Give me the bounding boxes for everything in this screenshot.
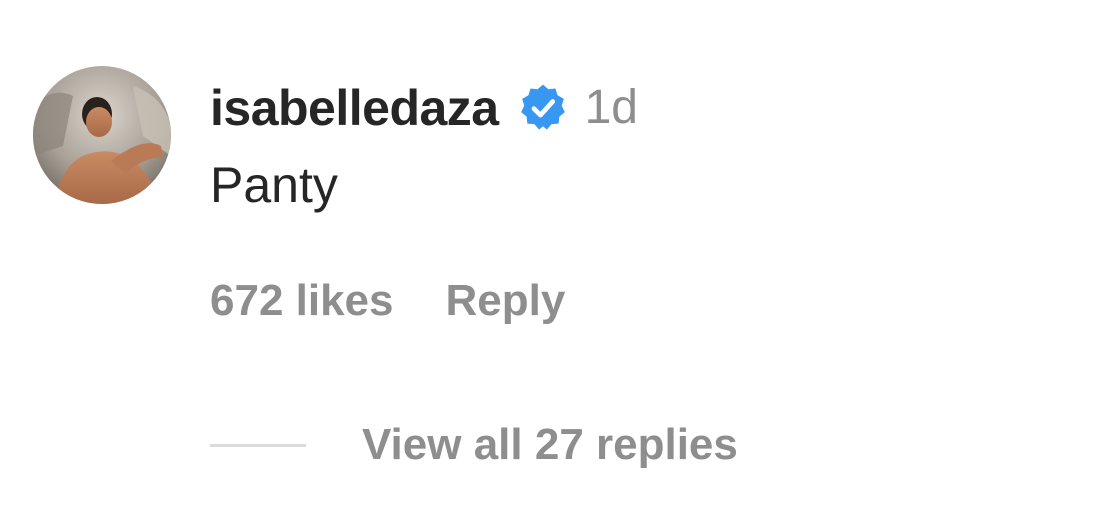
comment-timestamp: 1d	[584, 81, 638, 134]
avatar[interactable]	[33, 66, 171, 204]
username-link[interactable]: isabelledaza	[210, 83, 499, 133]
replies-divider	[210, 443, 306, 447]
view-replies-button[interactable]: View all 27 replies	[210, 420, 738, 470]
comment-actions: 672 likes Reply	[210, 276, 565, 326]
comment-body: isabelledaza 1d Panty	[210, 72, 1100, 213]
view-replies-label: View all 27 replies	[362, 420, 738, 469]
comment-item: isabelledaza 1d Panty 672 likes Reply Vi…	[0, 0, 1120, 521]
comment-header: isabelledaza 1d	[210, 72, 1100, 144]
verified-badge-icon	[520, 84, 565, 130]
comment-text: Panty	[210, 157, 338, 213]
avatar-photo	[33, 66, 171, 204]
likes-count[interactable]: 672 likes	[210, 276, 394, 326]
reply-button[interactable]: Reply	[446, 276, 566, 326]
